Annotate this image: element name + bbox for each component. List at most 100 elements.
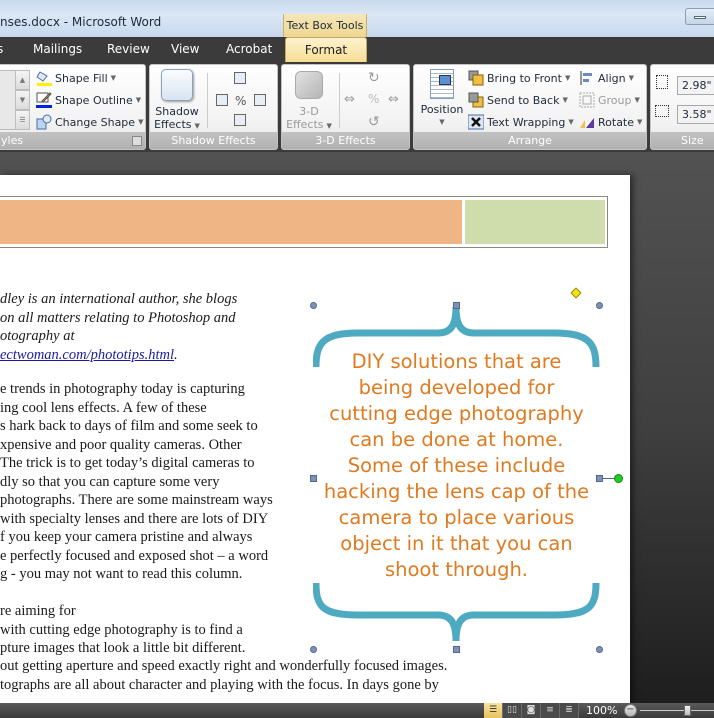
tilt-up-icon[interactable]: ↻ [368, 70, 380, 86]
gallery-down-icon[interactable]: ▼ [15, 90, 30, 110]
change-shape-icon [36, 114, 52, 130]
zoom-out-button[interactable]: − [624, 704, 637, 717]
rotate-button[interactable]: Rotate ▼ [579, 112, 642, 132]
ribbon: ▲ ▼ ☰ Shape Fill ▼ Shape Outline ▼ Change … [0, 62, 714, 152]
resize-handle-top[interactable] [453, 302, 460, 309]
print-layout-icon: ☰ [488, 705, 498, 715]
width-icon [655, 105, 669, 117]
outline-button[interactable]: ≡ [541, 703, 560, 718]
align-icon [579, 70, 595, 86]
height-icon [656, 75, 668, 89]
gallery-up-icon[interactable]: ▲ [15, 70, 30, 90]
3d-toggle-icon[interactable]: % [368, 92, 379, 106]
group-size: 2.98" 3.58" Size [650, 64, 714, 150]
resize-handle-bottom[interactable] [453, 646, 460, 653]
bio-link[interactable]: ectwoman.com/phototips.html [0, 347, 174, 363]
shadow-preview-icon [161, 69, 193, 101]
nudge-shadow-right-icon[interactable] [254, 94, 266, 106]
pencil-icon [36, 92, 52, 108]
minimize-icon [694, 16, 706, 19]
text-wrapping-icon [467, 114, 485, 130]
position-button[interactable]: Position ▼ [417, 69, 467, 129]
resize-handle-top-left[interactable] [310, 302, 317, 309]
paragraph-2: re aiming for with cutting edge photogra… [0, 603, 246, 656]
tab-view[interactable]: View [171, 37, 199, 62]
text-wrapping-button[interactable]: Text Wrapping ▼ [467, 112, 574, 132]
group-icon [579, 92, 595, 108]
tilt-left-icon[interactable]: ⇔ [344, 92, 355, 107]
paragraph-3: out getting aperture and speed exactly r… [0, 658, 448, 693]
change-shape-button[interactable]: Change Shape ▼ [36, 112, 143, 132]
adjustment-handle[interactable] [570, 287, 582, 299]
text-box-content[interactable]: DIY solutions that are being developed f… [323, 349, 590, 583]
group-label-shadow-effects: Shadow Effects [150, 132, 277, 149]
tab-acrobat[interactable]: Acrobat [226, 37, 272, 62]
tab-references[interactable]: s [0, 37, 11, 62]
resize-handle-bottom-right[interactable] [596, 646, 603, 653]
tilt-down-icon[interactable]: ↺ [368, 114, 380, 130]
draft-button[interactable]: ≣ [560, 703, 579, 718]
tab-review[interactable]: Review [107, 37, 150, 62]
header-cell-orange[interactable] [0, 200, 462, 244]
send-to-back-button[interactable]: Send to Back ▼ [468, 90, 568, 110]
group-label-size: Size [651, 132, 714, 149]
shape-fill-button[interactable]: Shape Fill ▼ [36, 68, 116, 88]
group-label-arrange: Arrange [414, 132, 646, 149]
shape-outline-button[interactable]: Shape Outline ▼ [36, 90, 141, 110]
tab-format[interactable]: Format [285, 37, 367, 62]
dialog-launcher-icon[interactable] [132, 136, 142, 146]
status-bar: ☰ ▯▯ ◙ ≡ ≣ 100% − [0, 703, 714, 718]
bring-to-front-button[interactable]: Bring to Front ▼ [468, 68, 570, 88]
resize-handle-left[interactable] [310, 475, 317, 482]
bottom-brace [313, 582, 600, 642]
zoom-slider-track[interactable] [640, 710, 714, 711]
reading-icon: ▯▯ [507, 705, 517, 715]
3d-effects-button[interactable]: 3-D Effects ▼ [285, 69, 333, 133]
tab-mailings[interactable]: Mailings [33, 37, 82, 62]
web-layout-icon: ◙ [526, 705, 536, 715]
full-screen-reading-button[interactable]: ▯▯ [503, 703, 522, 718]
position-icon [430, 69, 454, 99]
shape-width-field[interactable]: 3.58" [677, 105, 714, 124]
resize-handle-top-right[interactable] [596, 302, 603, 309]
shape-height-field[interactable]: 2.98" [677, 76, 714, 95]
gallery-scroll[interactable]: ▲ ▼ ☰ [15, 70, 30, 130]
shadow-effects-button[interactable]: Shadow Effects ▼ [153, 69, 201, 133]
nudge-shadow-down-icon[interactable] [234, 114, 246, 126]
braces-text-box[interactable]: DIY solutions that are being developed f… [313, 305, 600, 649]
header-cell-green[interactable] [465, 200, 605, 244]
group-button[interactable]: Group ▼ [579, 90, 640, 110]
print-layout-button[interactable]: ☰ [484, 703, 503, 718]
ribbon-tabs: s Mailings Review View Acrobat Format [0, 37, 714, 62]
text-box-tools-label: Text Box Tools [283, 14, 367, 37]
rotate-handle[interactable] [614, 474, 623, 483]
3d-cube-icon [295, 71, 323, 99]
zoom-level[interactable]: 100% [586, 703, 617, 718]
title-bar: nses.docx - Microsoft Word Text Box Tool… [0, 0, 714, 37]
document-area: dley is an international author, she blo… [0, 152, 714, 703]
align-button[interactable]: Align ▼ [579, 68, 634, 88]
nudge-shadow-left-icon[interactable] [216, 94, 228, 106]
paragraph-1: e trends in photography today is capturi… [0, 381, 273, 582]
header-table [0, 196, 608, 248]
outline-icon: ≡ [546, 705, 554, 715]
shadow-toggle-icon[interactable]: % [235, 94, 246, 108]
bring-to-front-icon [468, 70, 484, 86]
view-buttons: ☰ ▯▯ ◙ ≡ ≣ [484, 703, 580, 718]
nudge-shadow-up-icon[interactable] [234, 72, 246, 84]
resize-handle-right[interactable] [596, 475, 603, 482]
author-bio: dley is an international author, she blo… [0, 291, 238, 363]
group-label-3d-effects: 3-D Effects [282, 132, 409, 149]
minus-icon: − [626, 704, 635, 715]
group-label-text-box-styles: yles [0, 132, 145, 149]
web-layout-button[interactable]: ◙ [522, 703, 541, 718]
group-text-box-styles: ▲ ▼ ☰ Shape Fill ▼ Shape Outline ▼ Change … [0, 64, 146, 150]
minimize-button[interactable] [685, 8, 714, 25]
paint-bucket-icon [36, 70, 52, 86]
document-page[interactable]: dley is an international author, she blo… [0, 175, 630, 703]
resize-handle-bottom-left[interactable] [310, 646, 317, 653]
gallery-more-icon[interactable]: ☰ [15, 110, 30, 130]
group-shadow-effects: Shadow Effects ▼ % Shadow Effects [149, 64, 278, 150]
zoom-slider-thumb[interactable] [684, 705, 691, 716]
tilt-right-icon[interactable]: ⇔ [388, 92, 399, 107]
